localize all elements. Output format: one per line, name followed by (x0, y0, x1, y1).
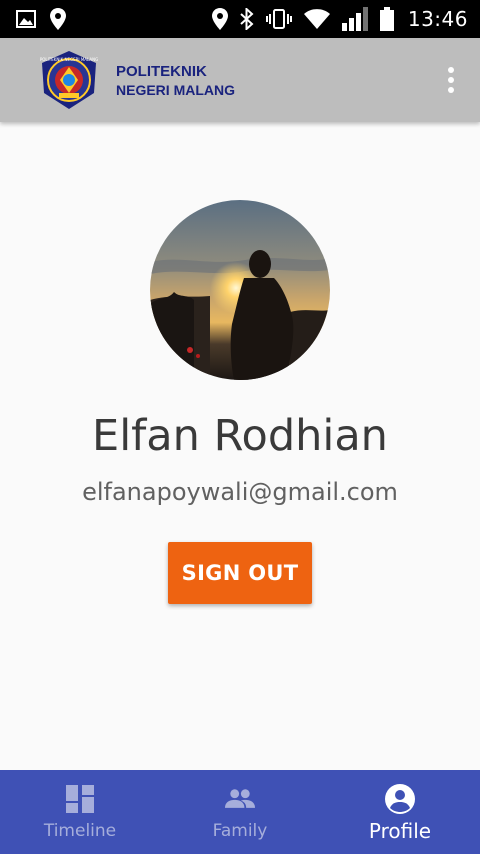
location-icon (211, 8, 228, 30)
nav-label-timeline: Timeline (43, 821, 117, 841)
menu-dot (448, 77, 454, 83)
profile-section: Elfan Rodhian elfanapoywali@gmail.com SI… (0, 122, 480, 770)
vibrate-icon (265, 8, 292, 30)
brand-title-line2: NEGERI MALANG (116, 81, 235, 98)
institution-logo: POLITEKNIK NEGERI MALANG (38, 49, 100, 111)
app-screen: 13:46 POLITEKNIK NEGERI MALANG POLITEKNI… (0, 0, 480, 854)
status-bar: 13:46 (0, 0, 480, 38)
image-icon (16, 10, 36, 28)
signal-icon (341, 7, 368, 31)
nav-item-family[interactable]: Family (160, 770, 320, 854)
status-left-group (16, 0, 66, 38)
app-bar: POLITEKNIK NEGERI MALANG POLITEKNIK NEGE… (0, 38, 480, 122)
battery-icon (379, 7, 394, 31)
more-vert-icon[interactable] (440, 64, 462, 96)
group-icon (225, 784, 255, 814)
user-name: Elfan Rodhian (92, 411, 388, 461)
svg-text:POLITEKNIK NEGERI MALANG: POLITEKNIK NEGERI MALANG (40, 57, 98, 62)
brand-title: POLITEKNIK NEGERI MALANG (116, 62, 235, 99)
location-pin-icon (50, 8, 66, 30)
status-right-group: 13:46 (211, 0, 468, 38)
dashboard-icon (65, 784, 95, 814)
sign-out-button[interactable]: SIGN OUT (168, 542, 312, 604)
wifi-icon (303, 9, 330, 29)
nav-label-family: Family (212, 821, 268, 841)
status-time: 13:46 (407, 7, 468, 31)
account-circle-icon (385, 784, 415, 814)
menu-dot (448, 87, 454, 93)
bluetooth-icon (240, 8, 254, 30)
profile-photo (150, 200, 330, 380)
nav-item-timeline[interactable]: Timeline (0, 770, 160, 854)
brand-title-line1: POLITEKNIK (116, 62, 207, 80)
nav-item-profile[interactable]: Profile (320, 770, 480, 854)
menu-dot (448, 67, 454, 73)
user-email: elfanapoywali@gmail.com (82, 478, 398, 506)
nav-label-profile: Profile (368, 819, 432, 843)
bottom-navigation: Timeline Family Profile (0, 770, 480, 854)
